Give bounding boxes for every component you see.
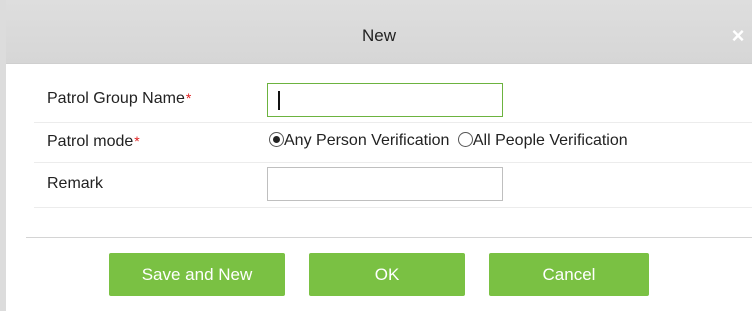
- patrol-mode-radio-group: Any Person Verification All People Verif…: [269, 132, 628, 150]
- radio-any-person-label[interactable]: Any Person Verification: [284, 132, 449, 149]
- patrol-mode-label-text: Patrol mode: [47, 133, 134, 150]
- required-mark: *: [185, 90, 192, 106]
- form-row-patrol-mode: Patrol mode* Any Person Verification All…: [34, 123, 752, 163]
- patrol-mode-label: Patrol mode*: [47, 133, 140, 151]
- cancel-button[interactable]: Cancel: [489, 253, 649, 296]
- radio-option-all-people[interactable]: All People Verification: [457, 132, 628, 150]
- radio-all-people-label[interactable]: All People Verification: [473, 132, 628, 149]
- radio-option-any-person[interactable]: Any Person Verification: [269, 132, 449, 150]
- radio-checked-icon[interactable]: [269, 132, 284, 147]
- dialog-titlebar: New ×: [6, 0, 752, 64]
- save-and-new-button[interactable]: Save and New: [109, 253, 285, 296]
- radio-unchecked-icon[interactable]: [457, 132, 473, 147]
- form-row-group-name: Patrol Group Name*: [34, 78, 752, 123]
- group-name-label-text: Patrol Group Name: [47, 90, 185, 107]
- footer-divider: [26, 237, 752, 238]
- new-patrol-group-dialog: New × Patrol Group Name* Patrol mode* An…: [0, 0, 752, 311]
- required-mark: *: [134, 133, 140, 149]
- remark-label: Remark: [47, 175, 104, 192]
- form-row-remark: Remark: [34, 163, 752, 208]
- group-name-label: Patrol Group Name*: [47, 90, 191, 108]
- ok-button[interactable]: OK: [309, 253, 465, 296]
- remark-input[interactable]: [267, 167, 503, 201]
- text-caret: [278, 91, 280, 110]
- dialog-title: New: [361, 26, 396, 45]
- close-icon[interactable]: ×: [728, 25, 748, 47]
- group-name-input[interactable]: [267, 83, 503, 117]
